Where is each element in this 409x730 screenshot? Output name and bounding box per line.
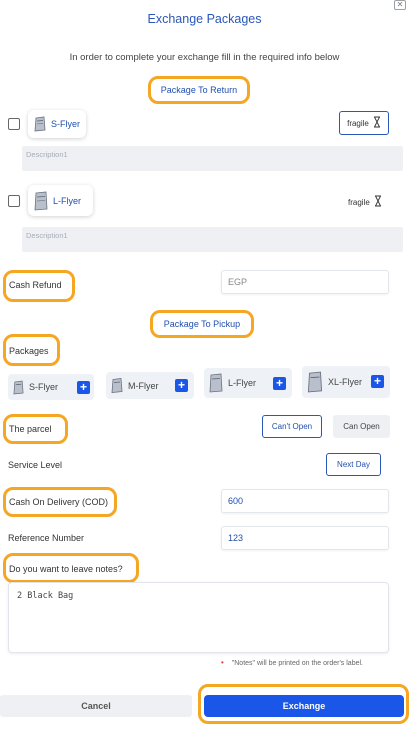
pickup-package-tile: L-Flyer + xyxy=(204,368,292,398)
fragile-toggle[interactable]: fragile xyxy=(348,195,382,209)
exchange-button[interactable]: Exchange xyxy=(204,695,404,717)
flyer-bag-icon xyxy=(34,191,48,211)
return-item-name: S-Flyer xyxy=(51,119,80,129)
return-item-card: S-Flyer xyxy=(28,110,86,138)
service-level-label: Service Level xyxy=(8,460,63,470)
return-item-description-input[interactable]: Description1 xyxy=(22,227,403,252)
cod-value: 600 xyxy=(228,496,244,506)
modal-title: Exchange Packages xyxy=(147,12,262,26)
flyer-bag-icon xyxy=(209,373,223,393)
pickup-package-name: L-Flyer xyxy=(228,378,257,388)
required-dot-icon: • xyxy=(221,658,224,667)
fragile-toggle[interactable]: fragile xyxy=(339,111,389,135)
flyer-bag-icon xyxy=(307,371,323,393)
add-package-button[interactable]: + xyxy=(175,379,188,392)
pickup-package-tile: XL-Flyer + xyxy=(302,366,390,398)
parcel-label-box: The parcel xyxy=(3,414,68,444)
pickup-package-tile: M-Flyer + xyxy=(106,372,194,399)
reference-input[interactable]: 123 xyxy=(221,526,389,550)
return-section-title: Package To Return xyxy=(160,85,238,95)
exchange-label: Exchange xyxy=(282,701,326,711)
modal-subtitle: In order to complete your exchange fill … xyxy=(69,52,340,63)
pickup-package-name: M-Flyer xyxy=(128,380,159,391)
fragile-label: fragile xyxy=(348,197,370,207)
pickup-package-name: XL-Flyer xyxy=(328,377,363,387)
return-item-checkbox[interactable] xyxy=(8,118,20,130)
cash-refund-input[interactable]: EGP xyxy=(221,270,389,294)
service-level-button[interactable]: Next Day xyxy=(326,453,381,476)
cash-refund-label: Cash Refund xyxy=(9,280,62,290)
notes-label: Do you want to leave notes? xyxy=(9,564,123,574)
pickup-package-tile: S-Flyer + xyxy=(8,374,94,400)
cod-label-box: Cash On Delivery (COD) xyxy=(3,487,117,517)
cant-open-label: Can't Open xyxy=(271,422,313,431)
cancel-button[interactable]: Cancel xyxy=(0,695,192,717)
cancel-label: Cancel xyxy=(81,701,111,711)
cash-refund-currency: EGP xyxy=(228,277,248,287)
flyer-bag-icon xyxy=(34,116,46,132)
notes-label-box: Do you want to leave notes? xyxy=(3,553,139,583)
parcel-label: The parcel xyxy=(9,424,52,434)
hourglass-icon xyxy=(373,116,381,130)
add-package-button[interactable]: + xyxy=(77,381,90,394)
flyer-bag-icon xyxy=(111,377,123,394)
fragile-label: fragile xyxy=(347,118,369,128)
packages-label-box: Packages xyxy=(3,334,60,366)
packages-label: Packages xyxy=(9,346,49,356)
pickup-package-name: S-Flyer xyxy=(29,382,58,392)
return-item-description-input[interactable]: Description1 xyxy=(22,146,403,171)
add-package-button[interactable]: + xyxy=(371,375,384,388)
cash-refund-label-box: Cash Refund xyxy=(3,270,75,302)
pickup-section-title: Package To Pickup xyxy=(163,319,241,329)
reference-value: 123 xyxy=(228,533,244,543)
cod-label: Cash On Delivery (COD) xyxy=(9,497,109,507)
service-level-value: Next Day xyxy=(337,460,370,469)
flyer-bag-icon xyxy=(13,380,24,395)
description-placeholder: Description1 xyxy=(26,231,68,240)
notes-hint: • "Notes" will be printed on the order's… xyxy=(221,658,363,667)
pickup-section-header: Package To Pickup xyxy=(150,310,254,338)
cant-open-button[interactable]: Can't Open xyxy=(262,415,322,438)
notes-textarea[interactable]: 2 Black Bag xyxy=(8,582,389,653)
cod-input[interactable]: 600 xyxy=(221,489,389,513)
description-placeholder: Description1 xyxy=(26,150,68,159)
return-item-checkbox[interactable] xyxy=(8,195,20,207)
add-package-button[interactable]: + xyxy=(273,377,286,390)
return-item-card: L-Flyer xyxy=(28,185,93,216)
reference-label: Reference Number xyxy=(8,533,85,543)
close-icon[interactable]: ✕ xyxy=(394,0,406,10)
hourglass-icon xyxy=(374,195,382,209)
return-section-header: Package To Return xyxy=(148,76,250,104)
notes-hint-text: "Notes" will be printed on the order's l… xyxy=(231,660,363,667)
can-open-button[interactable]: Can Open xyxy=(333,415,390,438)
can-open-label: Can Open xyxy=(343,422,380,431)
notes-value: 2 Black Bag xyxy=(17,591,74,601)
return-item-name: L-Flyer xyxy=(53,195,82,206)
